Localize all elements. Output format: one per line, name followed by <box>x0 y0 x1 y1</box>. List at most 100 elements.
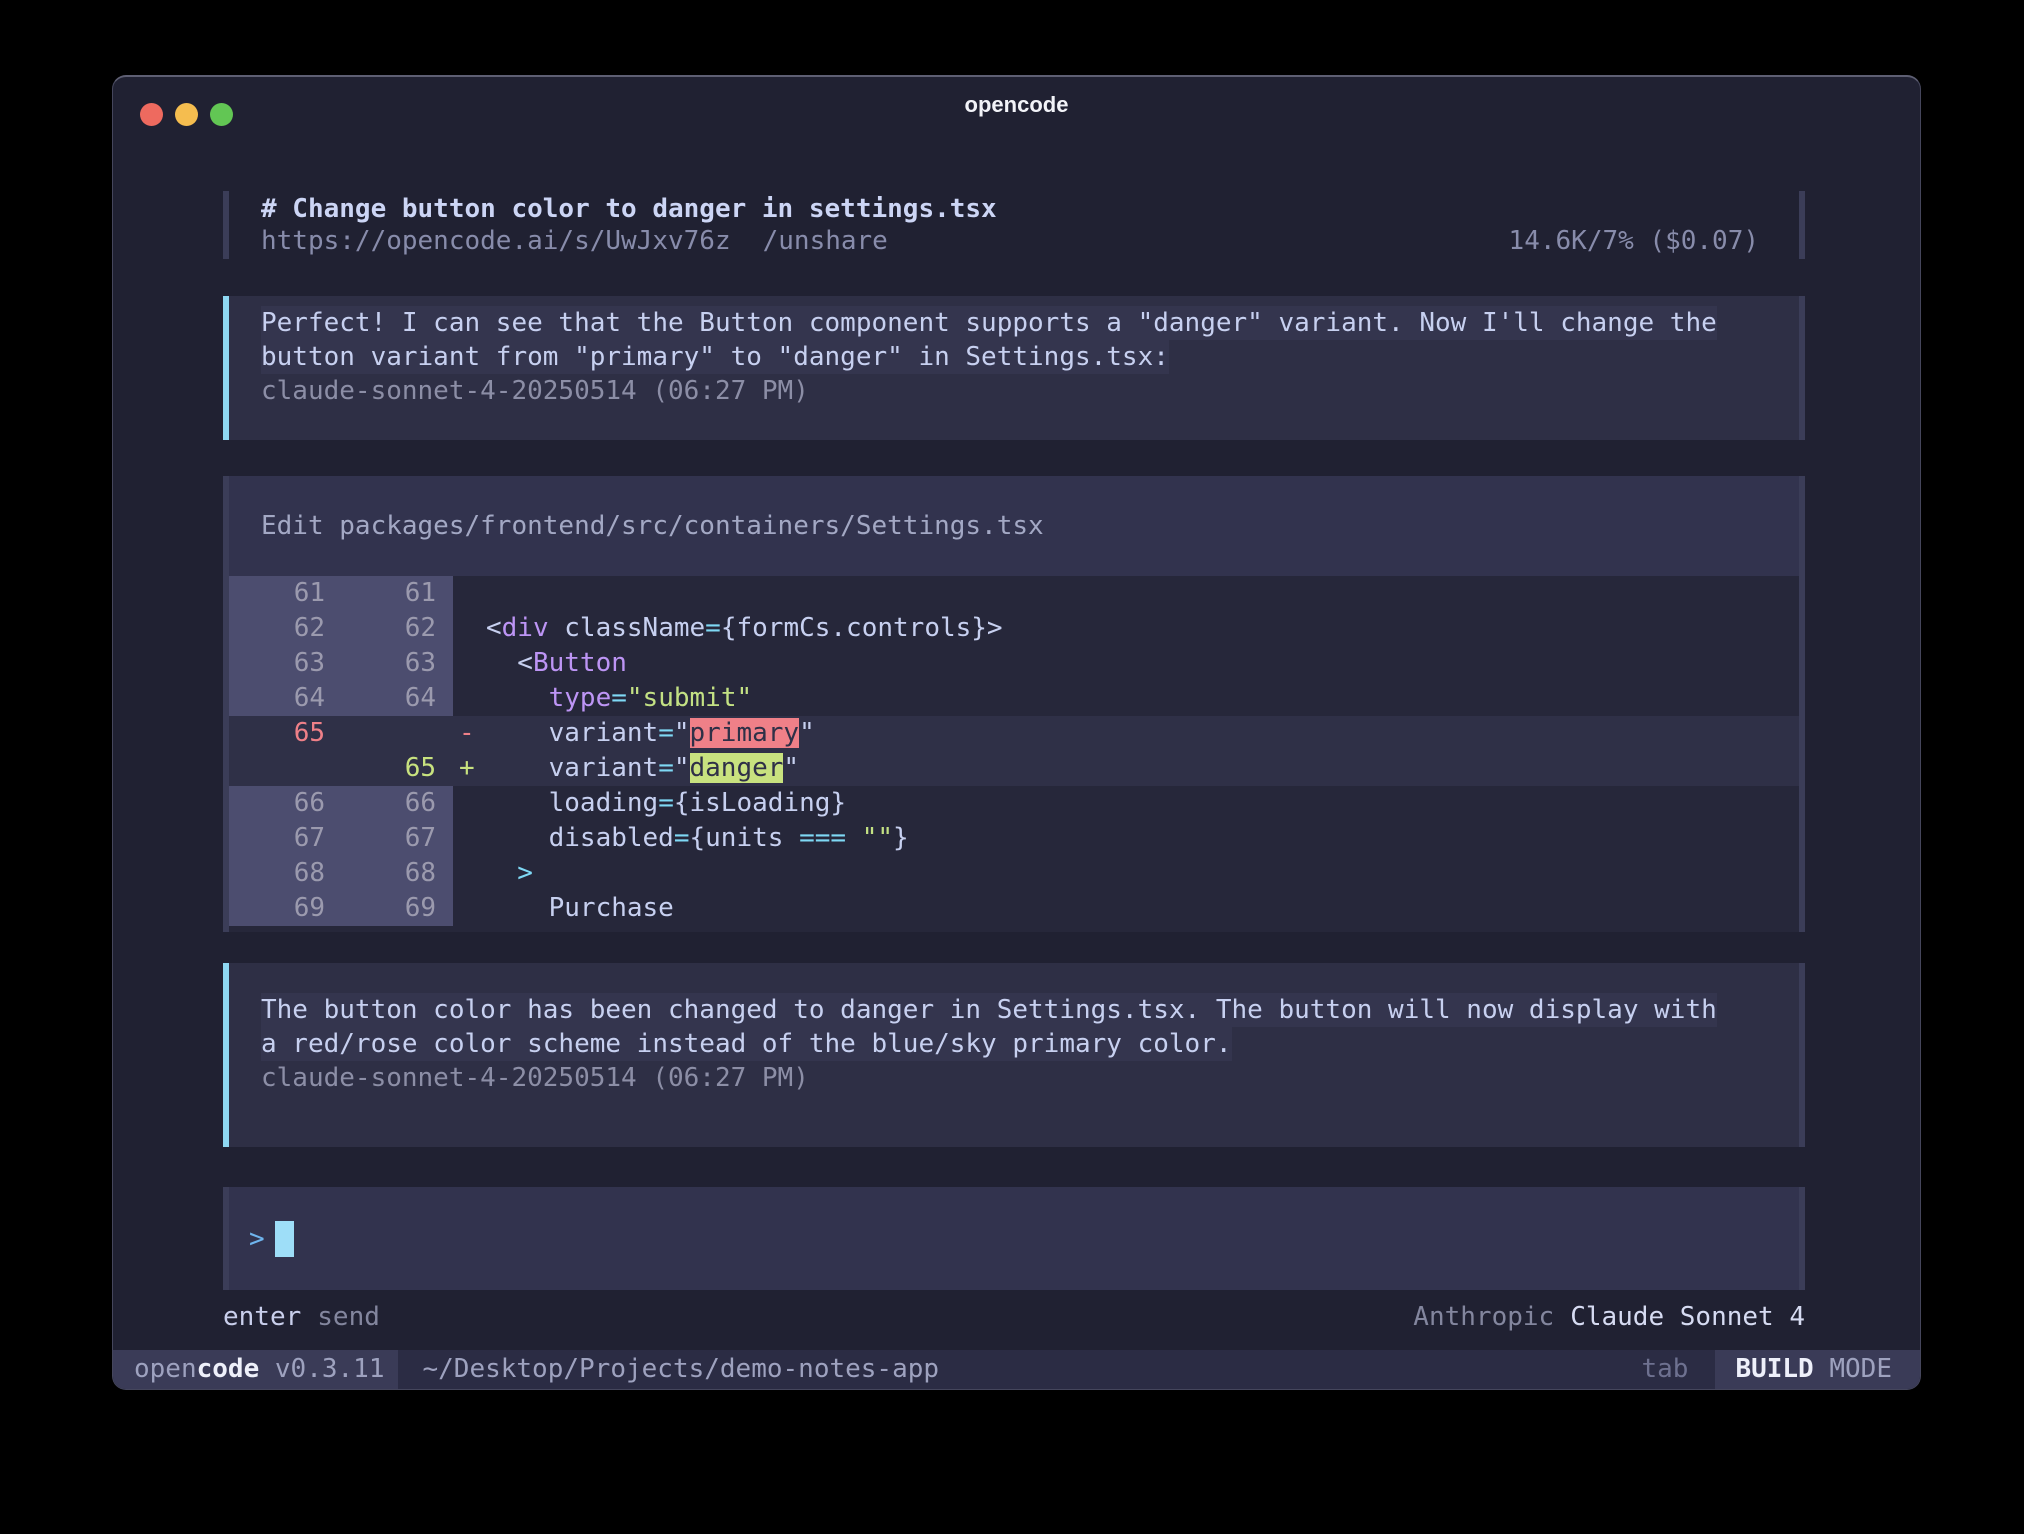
diff-view: 61616262<div className={formCs.controls}… <box>229 576 1799 926</box>
new-line-number: 64 <box>338 681 453 716</box>
window-title: opencode <box>113 92 1920 118</box>
new-line-number: 61 <box>338 576 453 611</box>
send-hint: enter send <box>223 1302 380 1332</box>
session-title-text: # Change button color to danger in setti… <box>261 194 997 224</box>
old-line-number: 61 <box>229 576 338 611</box>
code-token: variant <box>486 753 658 783</box>
working-directory: ~/Desktop/Projects/demo-notes-app <box>422 1350 939 1389</box>
version-number: v0.3.11 <box>275 1354 385 1384</box>
send-action-hint: send <box>317 1302 380 1332</box>
code-token: danger <box>690 753 784 783</box>
old-line-number <box>229 751 338 786</box>
diff-marker <box>453 786 486 821</box>
message-line: Perfect! I can see that the Button compo… <box>261 306 1767 340</box>
edit-file-path: Edit packages/frontend/src/containers/Se… <box>261 511 1044 541</box>
code-token: "" <box>862 823 893 853</box>
code-token: " <box>783 753 799 783</box>
code-line: disabled={units === ""} <box>486 821 1799 856</box>
code-line: type="submit" <box>486 681 1799 716</box>
diff-row: 65- variant="primary" <box>229 716 1799 751</box>
code-token: < <box>486 613 502 643</box>
diff-row: 6161 <box>229 576 1799 611</box>
mode-bold: BUILD <box>1735 1354 1813 1384</box>
code-token: {isLoading} <box>674 788 846 818</box>
diff-marker: - <box>453 716 486 751</box>
prompt-input[interactable]: > <box>223 1187 1805 1290</box>
code-token: === <box>799 823 846 853</box>
model-name: Claude Sonnet 4 <box>1570 1302 1805 1332</box>
diff-row: 6767 disabled={units === ""} <box>229 821 1799 856</box>
edit-tool-block: Edit packages/frontend/src/containers/Se… <box>223 476 1805 932</box>
diff-row: 6464 type="submit" <box>229 681 1799 716</box>
code-token: disabled <box>486 823 674 853</box>
code-token: className <box>549 613 706 643</box>
message-text: Perfect! I can see that the Button compo… <box>261 306 1717 340</box>
app-name-bold: code <box>197 1354 260 1384</box>
code-token: = <box>705 613 721 643</box>
diff-marker <box>453 576 486 611</box>
assistant-message: The button color has been changed to dan… <box>223 963 1805 1147</box>
diff-row: 65+ variant="danger" <box>229 751 1799 786</box>
app-version-chip: opencode v0.3.11 <box>113 1350 398 1389</box>
diff-marker <box>453 891 486 926</box>
prompt-symbol: > <box>249 1221 265 1257</box>
code-line: variant="primary" <box>486 716 1799 751</box>
tab-key-hint[interactable]: tab <box>1641 1350 1688 1389</box>
diff-row: 6868 > <box>229 856 1799 891</box>
code-token: = <box>658 718 674 748</box>
code-token: = <box>658 753 674 783</box>
code-token: {formCs.controls}> <box>721 613 1003 643</box>
diff-marker <box>453 856 486 891</box>
token-usage-cost: 14.6K/7% ($0.07) <box>1509 225 1759 257</box>
diff-marker: + <box>453 751 486 786</box>
new-line-number: 66 <box>338 786 453 821</box>
unshare-command: /unshare <box>763 226 888 256</box>
old-line-number: 65 <box>229 716 338 751</box>
diff-marker <box>453 611 486 646</box>
message-text: a red/rose color scheme instead of the b… <box>261 1027 1232 1061</box>
code-token: " <box>799 718 815 748</box>
old-line-number: 67 <box>229 821 338 856</box>
diff-marker <box>453 646 486 681</box>
assistant-message: Perfect! I can see that the Button compo… <box>223 296 1805 440</box>
code-token: > <box>486 858 533 888</box>
message-line: a red/rose color scheme instead of the b… <box>261 1027 1767 1061</box>
diff-row: 6969 Purchase <box>229 891 1799 926</box>
code-token <box>486 683 549 713</box>
code-token: {units <box>690 823 800 853</box>
model-timestamp: claude-sonnet-4-20250514 (06:27 PM) <box>261 374 1767 408</box>
title-bar: opencode <box>113 77 1920 134</box>
mode-label: MODE <box>1829 1354 1892 1384</box>
mode-chip: BUILD MODE <box>1715 1350 1920 1389</box>
model-timestamp: claude-sonnet-4-20250514 (06:27 PM) <box>261 1061 1767 1095</box>
message-text: The button color has been changed to dan… <box>261 993 1717 1027</box>
code-token: Button <box>533 648 627 678</box>
code-line: variant="danger" <box>486 751 1799 786</box>
new-line-number: 62 <box>338 611 453 646</box>
old-line-number: 64 <box>229 681 338 716</box>
enter-key-hint: enter <box>223 1302 301 1332</box>
code-token: loading <box>486 788 658 818</box>
code-token: = <box>674 823 690 853</box>
old-line-number: 66 <box>229 786 338 821</box>
message-line: button variant from "primary" to "danger… <box>261 340 1767 374</box>
message-line: The button color has been changed to dan… <box>261 993 1767 1027</box>
code-token: < <box>486 648 533 678</box>
main-content: # Change button color to danger in setti… <box>223 191 1805 1332</box>
opencode-window: opencode # Change button color to danger… <box>112 75 1921 1390</box>
provider-name: Anthropic <box>1413 1302 1554 1332</box>
hint-row: enter send Anthropic Claude Sonnet 4 <box>223 1302 1805 1332</box>
share-url-link[interactable]: https://opencode.ai/s/UwJxv76z <box>261 226 731 256</box>
app-name-regular: open <box>134 1354 197 1384</box>
code-token: div <box>502 613 549 643</box>
old-line-number: 68 <box>229 856 338 891</box>
code-token: variant <box>486 718 658 748</box>
text-cursor <box>275 1221 294 1257</box>
code-token: type <box>549 683 612 713</box>
code-line: <div className={formCs.controls}> <box>486 611 1799 646</box>
old-line-number: 63 <box>229 646 338 681</box>
status-bar-spacer <box>939 1350 1641 1389</box>
mode-regular <box>1814 1354 1830 1384</box>
edit-tool-header: Edit packages/frontend/src/containers/Se… <box>229 476 1799 576</box>
old-line-number: 69 <box>229 891 338 926</box>
